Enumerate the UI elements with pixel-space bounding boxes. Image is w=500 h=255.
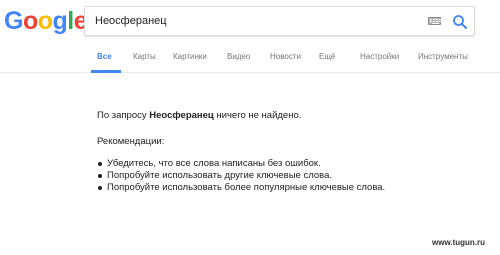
tab-maps[interactable]: Карты — [133, 52, 156, 61]
recommendation-item: Убедитесь, что все слова написаны без ош… — [97, 158, 385, 170]
logo-letter-1: G — [4, 7, 23, 35]
logo-letter-2: o — [22, 7, 38, 35]
recommendation-item: Попробуйте использовать другие ключевые … — [97, 170, 385, 182]
logo-letter-3: o — [37, 7, 53, 35]
recommendations-list: Убедитесь, что все слова написаны без ош… — [97, 158, 385, 194]
recommendations-heading: Рекомендации: — [97, 136, 165, 147]
no-results-query: Неосферанец — [149, 110, 214, 121]
search-input[interactable] — [95, 7, 415, 35]
header: Google Все Карты Картинки Видео Новости … — [0, 0, 500, 73]
no-results-message: По запросу Неосферанец ничего не найдено… — [97, 110, 301, 122]
search-icon[interactable] — [452, 14, 468, 30]
search-box — [84, 6, 475, 36]
no-results-prefix: По запросу — [97, 110, 150, 121]
logo-letter-4: g — [52, 7, 68, 35]
keyboard-icon[interactable] — [428, 17, 441, 25]
no-results-suffix: ничего не найдено. — [213, 110, 302, 121]
active-tab-indicator — [91, 70, 121, 73]
tab-video[interactable]: Видео — [227, 52, 250, 61]
tab-settings[interactable]: Настройки — [360, 52, 399, 61]
recommendation-item: Попробуйте использовать более популярные… — [97, 182, 385, 194]
tab-news[interactable]: Новости — [270, 52, 301, 61]
tab-tools[interactable]: Инструменты — [418, 52, 468, 61]
tab-more[interactable]: Ещё — [319, 52, 335, 61]
watermark: www.tugun.ru — [432, 238, 486, 247]
tab-all[interactable]: Все — [97, 52, 112, 61]
google-logo[interactable]: Google — [4, 6, 88, 36]
tab-images[interactable]: Картинки — [173, 52, 207, 61]
